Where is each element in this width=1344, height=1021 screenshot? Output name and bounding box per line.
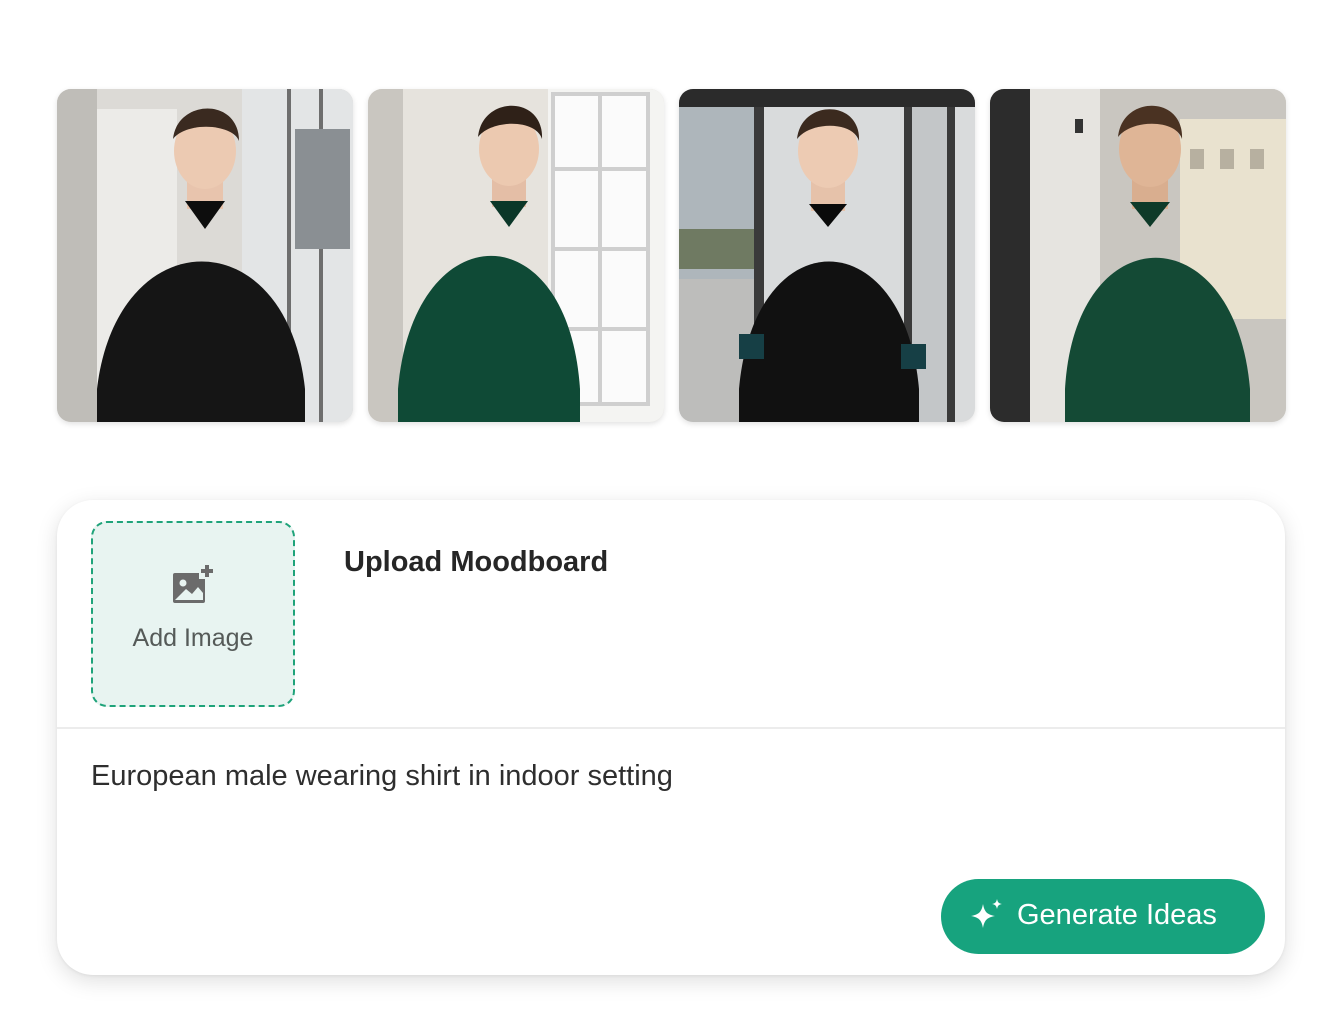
gallery-photo-1[interactable] bbox=[57, 89, 353, 422]
photo-image bbox=[57, 89, 353, 422]
generate-ideas-button[interactable]: Generate Ideas bbox=[941, 879, 1265, 954]
prompt-input[interactable]: European male wearing shirt in indoor se… bbox=[91, 760, 1091, 793]
image-gallery bbox=[57, 89, 1287, 422]
divider bbox=[57, 727, 1285, 729]
sparkle-icon bbox=[971, 899, 1002, 928]
add-image-dropzone[interactable]: Add Image bbox=[91, 521, 295, 707]
gallery-photo-2[interactable] bbox=[368, 89, 664, 422]
generate-ideas-label: Generate Ideas bbox=[1017, 899, 1217, 931]
moodboard-card: Add Image Upload Moodboard European male… bbox=[57, 500, 1285, 975]
photo-image bbox=[368, 89, 664, 422]
gallery-photo-4[interactable] bbox=[990, 89, 1286, 422]
add-image-icon bbox=[173, 563, 215, 603]
gallery-photo-3[interactable] bbox=[679, 89, 975, 422]
photo-image bbox=[990, 89, 1286, 422]
photo-image bbox=[679, 89, 975, 422]
add-image-label: Add Image bbox=[132, 624, 254, 652]
upload-moodboard-title: Upload Moodboard bbox=[344, 546, 609, 578]
